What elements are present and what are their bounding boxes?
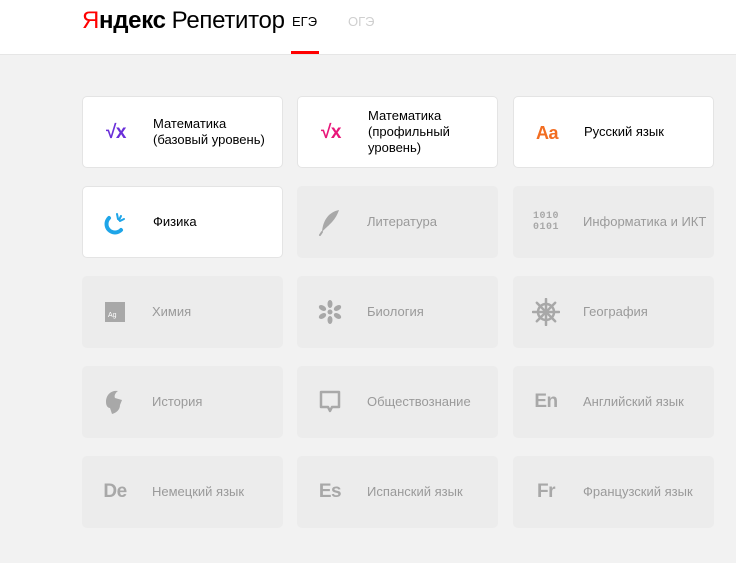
es-letters-icon: Es <box>318 481 342 502</box>
subject-label: Английский язык <box>583 394 684 409</box>
sqrt-x-icon: √x <box>321 122 342 143</box>
aa-letters-icon: Aa <box>535 122 559 143</box>
header: Яндекс Репетитор ЕГЭ ОГЭ <box>0 0 736 55</box>
subject-card-math-base[interactable]: √x Математика (базовый уровень) <box>82 96 283 168</box>
active-tab-indicator <box>291 51 319 54</box>
binary-code-icon: 1010 0101 <box>532 211 559 233</box>
subject-card-english: En Английский язык <box>513 366 714 438</box>
logo[interactable]: Яндекс Репетитор <box>82 6 285 36</box>
subject-label: Немецкий язык <box>152 484 245 499</box>
subject-label: Математика (профильный уровень) <box>368 108 450 155</box>
subject-card-german: De Немецкий язык <box>82 456 283 528</box>
logo-brand-rest: ндекс <box>99 7 166 34</box>
speech-bubble-icon <box>315 388 345 416</box>
subject-card-biology: Биология <box>297 276 498 348</box>
subject-label: Математика (базовый уровень) <box>153 116 265 147</box>
subject-card-french: Fr Французский язык <box>513 456 714 528</box>
subject-label: Русский язык <box>584 124 664 139</box>
magnet-icon <box>101 209 131 237</box>
subject-card-geography: География <box>513 276 714 348</box>
subject-card-social: Обществознание <box>297 366 498 438</box>
subject-label: Физика <box>153 214 197 229</box>
subject-card-informatics: 1010 0101 Информатика и ИКТ <box>513 186 714 258</box>
subject-label: Информатика и ИКТ <box>583 214 707 229</box>
subject-card-history: История <box>82 366 283 438</box>
subject-card-math-profile[interactable]: √x Математика (профильный уровень) <box>297 96 498 168</box>
subject-card-spanish: Es Испанский язык <box>297 456 498 528</box>
subject-label: Обществознание <box>367 394 471 409</box>
flower-icon <box>315 298 345 326</box>
tab-oge[interactable]: ОГЭ <box>348 14 375 30</box>
fr-letters-icon: Fr <box>537 481 556 502</box>
en-letters-icon: En <box>534 391 558 412</box>
logo-product: Репетитор <box>171 7 285 34</box>
subject-label: Испанский язык <box>367 484 463 499</box>
logo-brand-first: Я <box>82 7 100 34</box>
subject-card-chemistry: Ag Химия <box>82 276 283 348</box>
spartan-helmet-icon <box>100 388 130 416</box>
subject-label: Литература <box>367 214 437 229</box>
element-ag-icon: Ag <box>100 298 130 326</box>
subject-label: Французский язык <box>583 484 693 499</box>
subject-card-literature: Литература <box>297 186 498 258</box>
subject-label: Биология <box>367 304 424 319</box>
tab-ege[interactable]: ЕГЭ <box>292 14 317 30</box>
subject-card-russian[interactable]: Aa Русский язык <box>513 96 714 168</box>
subject-label: История <box>152 394 203 409</box>
subject-label: Химия <box>152 304 192 319</box>
de-letters-icon: De <box>103 481 127 502</box>
subject-label: География <box>583 304 648 319</box>
sqrt-x-icon: √x <box>106 122 127 143</box>
subject-card-physics[interactable]: Физика <box>82 186 283 258</box>
ship-wheel-icon <box>531 298 561 326</box>
feather-icon <box>315 208 345 236</box>
